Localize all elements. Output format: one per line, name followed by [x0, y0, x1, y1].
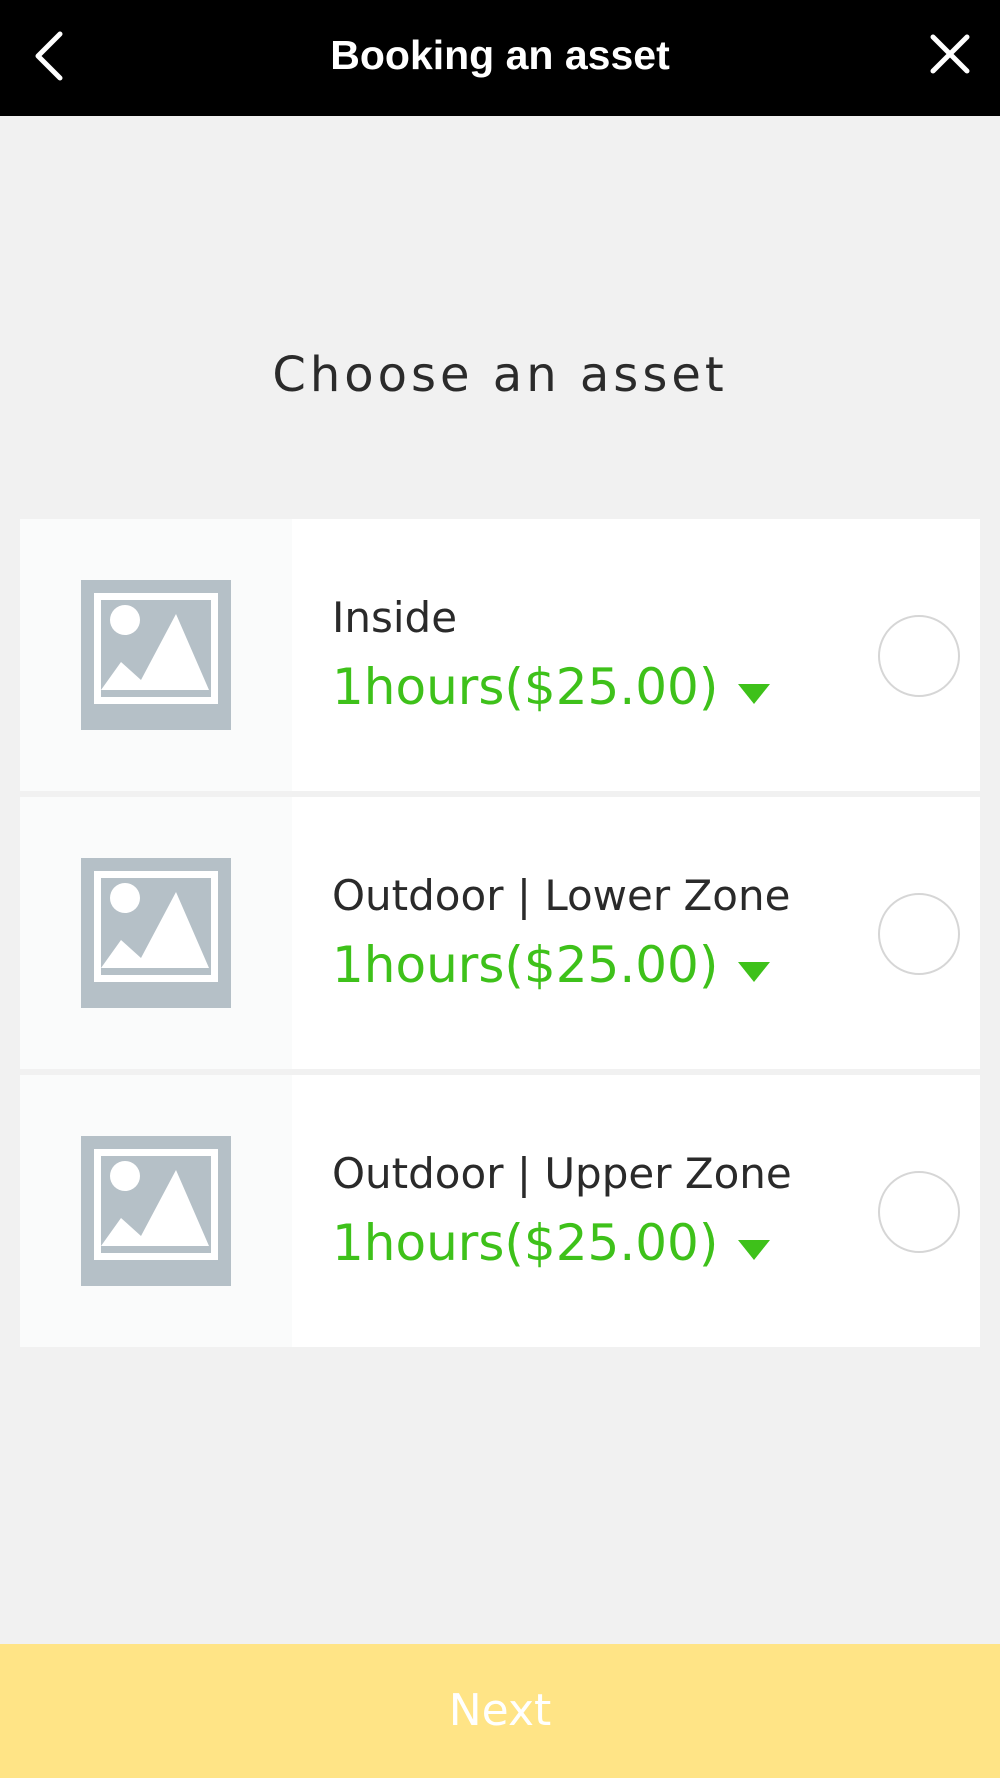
choose-asset-title: Choose an asset — [272, 347, 728, 403]
caret-down-icon — [738, 1240, 771, 1260]
asset-thumbnail — [20, 519, 292, 791]
duration-value: 1hours($25.00) — [332, 658, 719, 716]
asset-item-outdoor-lower-zone[interactable]: Outdoor | Lower Zone 1hours($25.00) — [20, 797, 980, 1069]
page-header-title: Booking an asset — [330, 32, 670, 78]
asset-radio-button[interactable] — [878, 893, 960, 975]
caret-down-icon — [738, 962, 771, 982]
close-button[interactable] — [918, 22, 982, 86]
image-placeholder-icon — [81, 1136, 231, 1286]
close-icon — [930, 34, 970, 74]
caret-down-icon — [738, 684, 771, 704]
asset-item-inside[interactable]: Inside 1hours($25.00) — [20, 519, 980, 791]
asset-name: Inside — [332, 593, 458, 642]
asset-radio-button[interactable] — [878, 615, 960, 697]
duration-dropdown[interactable]: 1hours($25.00) — [332, 655, 852, 719]
asset-list: Inside 1hours($25.00) Outdoor | Lower Zo… — [20, 519, 980, 1353]
asset-name: Outdoor | Upper Zone — [332, 1149, 792, 1198]
asset-info: Outdoor | Upper Zone 1hours($25.00) — [332, 1147, 852, 1275]
next-button[interactable]: Next — [0, 1644, 1000, 1778]
asset-thumbnail — [20, 797, 292, 1069]
booking-screen: Booking an asset Choose an asset Inside — [0, 0, 1000, 1778]
asset-item-outdoor-upper-zone[interactable]: Outdoor | Upper Zone 1hours($25.00) — [20, 1075, 980, 1347]
asset-info: Inside 1hours($25.00) — [332, 591, 852, 719]
image-placeholder-icon — [81, 858, 231, 1008]
duration-value: 1hours($25.00) — [332, 1214, 719, 1272]
asset-thumbnail — [20, 1075, 292, 1347]
header-bar: Booking an asset — [0, 0, 1000, 116]
asset-info: Outdoor | Lower Zone 1hours($25.00) — [332, 869, 852, 997]
duration-value: 1hours($25.00) — [332, 936, 719, 994]
image-placeholder-icon — [81, 580, 231, 730]
duration-dropdown[interactable]: 1hours($25.00) — [332, 933, 852, 997]
asset-radio-button[interactable] — [878, 1171, 960, 1253]
asset-name: Outdoor | Lower Zone — [332, 871, 791, 920]
duration-dropdown[interactable]: 1hours($25.00) — [332, 1211, 852, 1275]
